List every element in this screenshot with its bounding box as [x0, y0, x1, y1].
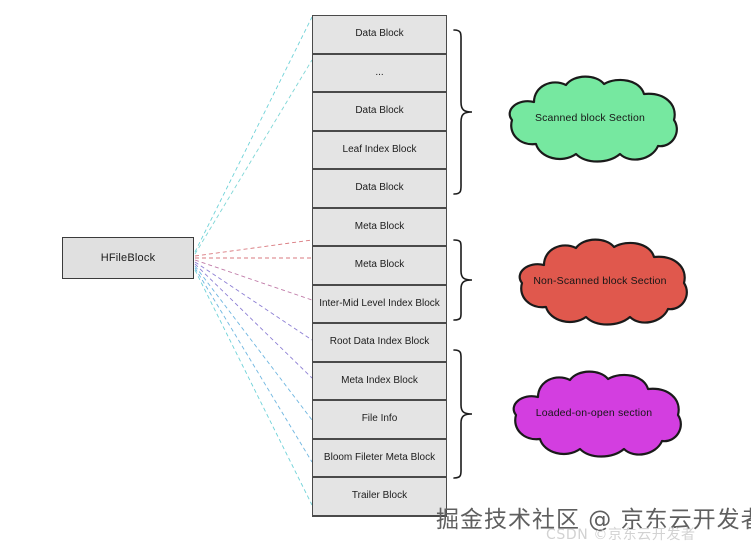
block-row[interactable]: Root Data Index Block — [312, 323, 447, 363]
cloud-non-scanned-block-section[interactable]: Non-Scanned block Section — [504, 235, 696, 331]
block-row[interactable]: Data Block — [312, 92, 447, 132]
block-label: Trailer Block — [351, 490, 408, 502]
block-label: Leaf Index Block — [342, 143, 417, 155]
block-label: File Info — [361, 413, 398, 425]
block-row[interactable]: Meta Block — [312, 246, 447, 286]
block-row[interactable]: Leaf Index Block — [312, 130, 447, 170]
block-row[interactable]: Bloom Fileter Meta Block — [312, 438, 447, 478]
hfileblock-label: HFileBlock — [100, 252, 156, 264]
block-row[interactable]: Inter-Mid Level Index Block — [312, 284, 447, 324]
brace-non-scanned — [450, 238, 476, 322]
block-label: Meta Block — [354, 259, 405, 271]
block-row[interactable]: Meta Block — [312, 207, 447, 247]
block-label: Data Block — [355, 28, 404, 40]
block-label: Bloom Fileter Meta Block — [323, 451, 436, 463]
diagram-canvas: HFileBlock Data Block... Data Block Leaf I… — [0, 0, 751, 546]
watermark-sub: CSDN ©京东云开发者 — [546, 527, 696, 543]
block-label: Root Data Index Block — [329, 336, 430, 348]
block-row[interactable]: Data Block — [312, 15, 447, 55]
block-label: Meta Index Block — [341, 374, 418, 386]
block-row[interactable]: File Info — [312, 400, 447, 440]
brace-scanned — [450, 28, 476, 196]
cloud-loaded-on-open-section[interactable]: Loaded-on-open section — [498, 367, 690, 463]
block-label: Meta Block — [354, 220, 405, 232]
block-row[interactable]: Trailer Block — [312, 477, 447, 517]
block-label: Data Block — [355, 105, 404, 117]
block-label: ... — [375, 66, 384, 78]
block-stack: Data Block... Data Block Leaf Index Block D… — [312, 15, 447, 517]
cloud-scanned-block-section[interactable]: Scanned block Section — [494, 72, 686, 168]
block-row[interactable]: Data Block — [312, 169, 447, 209]
hfileblock-box[interactable]: HFileBlock — [62, 237, 194, 279]
block-label: Data Block — [355, 182, 404, 194]
block-row[interactable]: Meta Index Block — [312, 361, 447, 401]
brace-loaded-on-open — [450, 348, 476, 480]
block-row[interactable]: ... — [312, 53, 447, 93]
block-label: Inter-Mid Level Index Block — [319, 297, 440, 309]
